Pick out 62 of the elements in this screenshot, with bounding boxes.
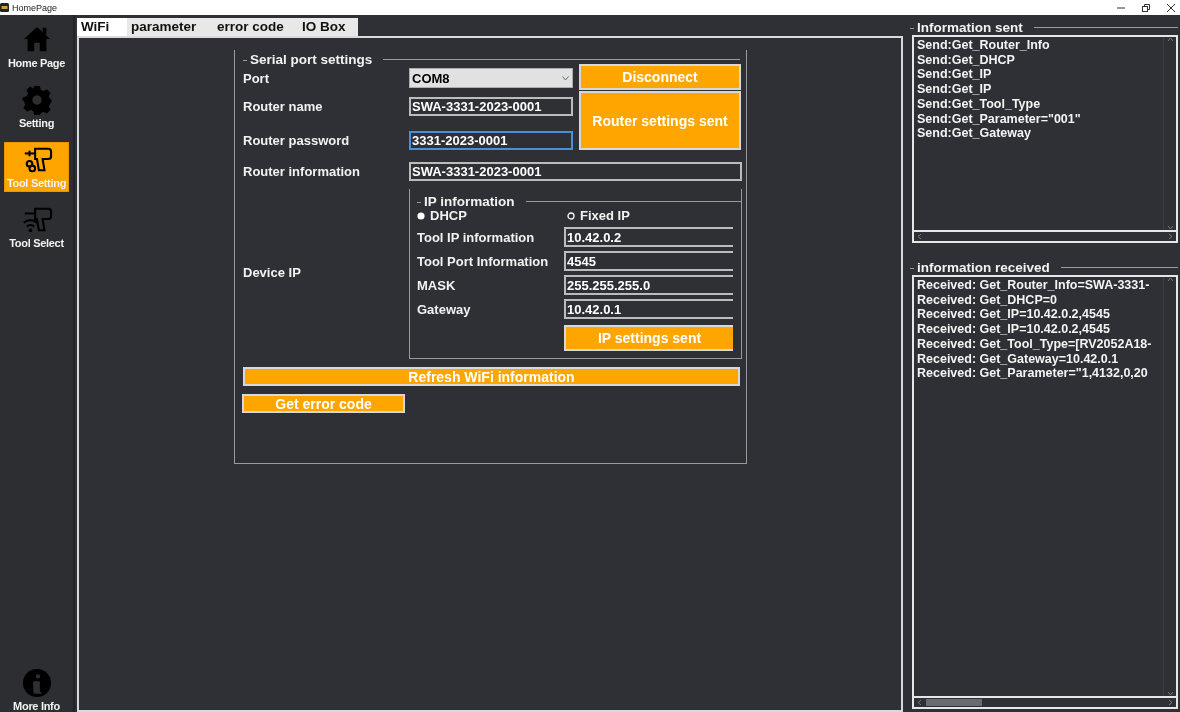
tab[interactable]: parameter (127, 18, 213, 36)
chevron-up-icon (1166, 37, 1174, 42)
tab[interactable]: IO Box (298, 18, 358, 36)
log-line: Received: Get_Tool_Type=[RV2052A18- (917, 336, 1153, 352)
chevron-up-icon (1166, 277, 1174, 282)
field-label: MASK (417, 277, 457, 293)
input-field[interactable]: SWA-3331-2023-0001 (409, 97, 573, 116)
input-field[interactable]: 10.42.0.1 (564, 299, 733, 319)
tab[interactable]: error code (213, 18, 298, 36)
chevron-down-icon (562, 75, 569, 81)
chevron-down-icon (1166, 691, 1174, 696)
chevron-left-icon (917, 699, 922, 706)
close-icon (1167, 3, 1175, 12)
radio-button[interactable]: DHCP (417, 208, 567, 223)
log-line: Send:Get_Tool_Type (917, 96, 1042, 112)
log-line: Received: Get_Gateway=10.42.0.1 (917, 351, 1120, 367)
input-field[interactable]: SWA-3331-2023-0001 (409, 161, 742, 181)
restore-icon (1142, 3, 1150, 12)
log-line: Received: Get_DHCP=0 (917, 292, 1058, 308)
field-label: Gateway (417, 301, 472, 317)
group-title: IP information (423, 193, 516, 209)
field-label: Router name (243, 99, 324, 114)
radio-button[interactable]: Fixed IP (567, 208, 717, 223)
log-line: Send:Get_DHCP (917, 52, 1016, 68)
app-icon (0, 3, 9, 12)
field-label: Router information (243, 163, 361, 179)
scrollbar[interactable] (1163, 37, 1176, 230)
field-label: Device IP (243, 264, 302, 280)
chevron-right-icon (1168, 699, 1173, 706)
chevron-right-icon (1168, 233, 1173, 240)
port-dropdown[interactable]: COM8 (409, 68, 573, 88)
field-label: Tool Port Information (417, 253, 550, 269)
chevron-left-icon (917, 233, 922, 240)
log-line: Send:Get_Gateway (917, 126, 1032, 141)
log-line: Received: Get_IP=10.42.0.2,4545 (917, 307, 1111, 323)
input-field[interactable]: 3331-2023-0001 (409, 130, 573, 150)
input-field[interactable]: 4545 (564, 251, 733, 271)
input-field[interactable]: 255.255.255.0 (564, 275, 733, 295)
log-line: Received: Get_Parameter="1,4132,0,20 (917, 366, 1149, 381)
nav-item[interactable]: Setting (4, 82, 69, 132)
log-line: Send:Get_Router_Info (917, 38, 1051, 53)
info-icon (20, 668, 53, 698)
log-line: Received: Get_Router_Info=SWA-3331- (917, 278, 1151, 293)
nav-item[interactable]: Home Page (4, 22, 69, 72)
log-line: Send:Get_IP (917, 67, 993, 83)
group-title: Information sent (916, 19, 1024, 35)
log-line: Send:Get_IP (917, 82, 993, 97)
settings-icon (20, 85, 53, 115)
field-label: Tool IP information (417, 229, 536, 245)
window-title: HomePage (12, 2, 58, 13)
scrollbar[interactable] (1163, 277, 1176, 696)
nav-item[interactable]: Tool Select (4, 202, 69, 252)
group-title: information received (916, 259, 1051, 275)
input-field[interactable]: 10.42.0.2 (564, 227, 733, 247)
nav-item[interactable]: More Info (4, 666, 69, 712)
field-label: Port (243, 70, 270, 86)
chevron-down-icon (1166, 225, 1174, 230)
log-line: Received: Get_IP=10.42.0.2,4545 (917, 322, 1111, 337)
group-title: Serial port settings (249, 51, 374, 67)
tab[interactable]: WiFi (77, 18, 127, 36)
field-label: Router password (243, 132, 351, 148)
log-line: Send:Get_Parameter="001" (917, 111, 1082, 127)
